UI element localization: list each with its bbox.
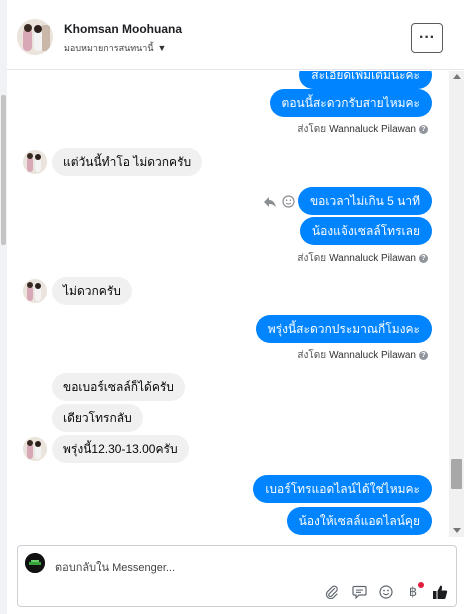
speech-bubble-icon[interactable] xyxy=(350,583,368,601)
conversation-header: Khomsan Moohuana มอบหมายการสนทนานี้ ▼ ··… xyxy=(7,0,464,70)
message-incoming: พรุ่งนี้12.30-13.00ครับ xyxy=(52,435,189,463)
agent-name: Wannaluck Pilawan xyxy=(329,350,416,361)
message-incoming: ไม่ดวกครับ xyxy=(52,277,132,305)
message-incoming: เดียวโทรกลับ xyxy=(52,404,143,432)
agent-name: Wannaluck Pilawan xyxy=(329,124,416,135)
sent-by-label: ส่งโดย Wannaluck Pilawan ? xyxy=(297,348,428,363)
assign-conversation-dropdown[interactable]: มอบหมายการสนทนานี้ ▼ xyxy=(64,41,166,55)
contact-name[interactable]: Khomsan Moohuana xyxy=(64,22,182,36)
avatar xyxy=(23,279,47,303)
message-outgoing: น้องแจ้งเซลล์โทรเลย xyxy=(299,217,432,245)
thread-scrollbar[interactable] xyxy=(449,71,464,537)
caret-down-icon: ▼ xyxy=(157,43,167,53)
help-icon[interactable]: ? xyxy=(419,351,428,360)
reply-composer[interactable]: ตอบกลับใน Messenger... ฿ xyxy=(17,545,457,607)
message-thread: สะเอียดเพิ่มเติมนะคะ ตอนนี้สะดวกรับสายไห… xyxy=(7,71,449,537)
notification-dot xyxy=(418,582,424,588)
reply-arrow-icon[interactable] xyxy=(264,195,277,213)
more-options-button[interactable]: ··· xyxy=(411,23,443,53)
left-panel-edge xyxy=(0,0,7,614)
message-outgoing: เบอร์โทรแอดไลน์ได้ใช่ไหมคะ xyxy=(253,475,432,503)
baht-icon[interactable]: ฿ xyxy=(404,582,424,601)
help-icon[interactable]: ? xyxy=(419,254,428,263)
smiley-icon[interactable] xyxy=(377,583,395,601)
page-avatar xyxy=(25,553,45,573)
thumbs-up-icon[interactable] xyxy=(431,583,449,601)
sent-by-label: ส่งโดย Wannaluck Pilawan ? xyxy=(297,122,428,137)
agent-name: Wannaluck Pilawan xyxy=(329,253,416,264)
message-outgoing: ขอเวลาไม่เกิน 5 นาที xyxy=(297,187,432,215)
smiley-icon[interactable] xyxy=(282,195,295,213)
help-icon[interactable]: ? xyxy=(419,125,428,134)
scroll-down-arrow-icon[interactable] xyxy=(453,528,461,533)
left-scrollbar-thumb[interactable] xyxy=(1,95,6,245)
reply-input[interactable]: ตอบกลับใน Messenger... xyxy=(55,558,175,576)
scroll-up-arrow-icon[interactable] xyxy=(453,74,461,79)
message-outgoing: ตอนนี้สะดวกรับสายไหมคะ xyxy=(269,89,432,117)
avatar xyxy=(23,437,47,461)
sent-by-label: ส่งโดย Wannaluck Pilawan ? xyxy=(297,251,428,266)
paperclip-icon[interactable] xyxy=(323,583,341,601)
assign-label: มอบหมายการสนทนานี้ xyxy=(64,43,154,53)
message-outgoing: สะเอียดเพิ่มเติมนะคะ xyxy=(299,71,432,89)
avatar[interactable] xyxy=(17,19,53,55)
avatar xyxy=(23,150,47,174)
message-outgoing: พรุ่งนี้สะดวกประมาณกี่โมงคะ xyxy=(255,315,432,343)
message-outgoing: น้องให้เซลล์แอดไลน์คุย xyxy=(286,507,432,535)
message-incoming: ขอเบอร์เซลล์ก็ได้ครับ xyxy=(52,373,185,401)
scrollbar-thumb[interactable] xyxy=(451,459,462,489)
message-actions xyxy=(264,195,295,213)
message-incoming: แต่วันนี้ทำโอ ไม่ดวกครับ xyxy=(52,148,203,176)
composer-toolbar: ฿ xyxy=(323,582,449,601)
